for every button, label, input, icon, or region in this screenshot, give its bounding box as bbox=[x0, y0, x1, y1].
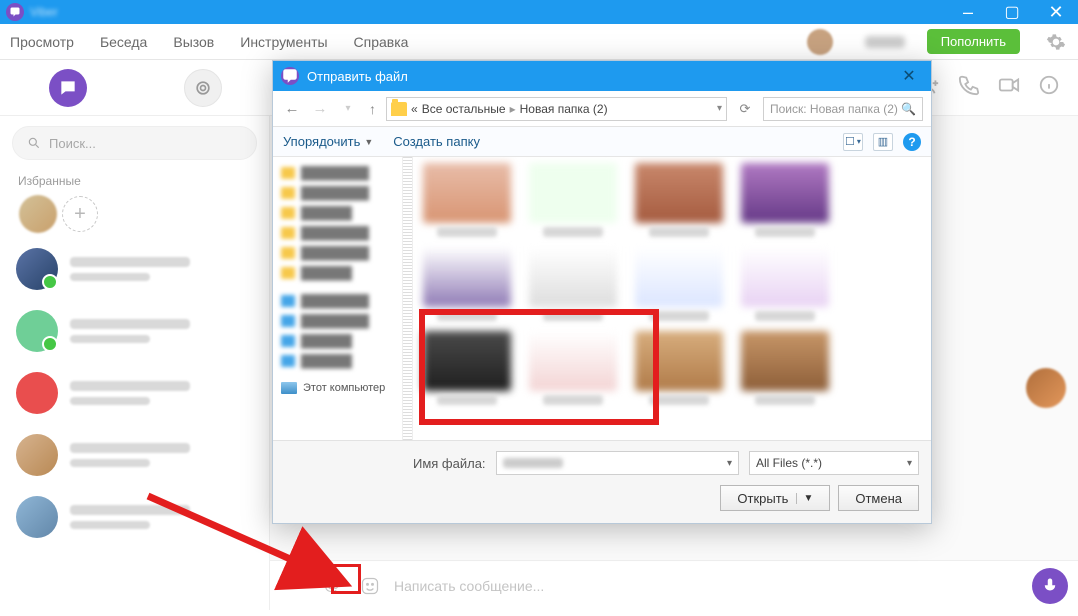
settings-gear-icon[interactable] bbox=[1042, 28, 1070, 56]
dialog-close-button[interactable]: ✕ bbox=[891, 66, 927, 86]
viber-logo-icon bbox=[6, 3, 24, 21]
file-thumb[interactable] bbox=[529, 163, 617, 237]
avatar bbox=[16, 248, 58, 290]
preview-pane-button[interactable]: ▥ bbox=[873, 133, 893, 151]
search-icon: 🔍 bbox=[901, 102, 916, 116]
viber-logo-icon bbox=[281, 67, 299, 85]
avatar bbox=[16, 496, 58, 538]
balance-amount bbox=[865, 36, 905, 48]
annotation-highlight bbox=[331, 564, 361, 594]
nav-history-button[interactable]: ▾ bbox=[337, 103, 359, 114]
breadcrumb[interactable]: « Все остальные ▸ Новая папка (2) ▾ bbox=[386, 97, 727, 121]
organize-button[interactable]: Упорядочить▼ bbox=[283, 134, 373, 149]
file-thumb[interactable] bbox=[423, 163, 511, 237]
avatar bbox=[16, 372, 58, 414]
folder-icon bbox=[391, 102, 407, 116]
voice-message-button[interactable] bbox=[1032, 568, 1068, 604]
annotation-arrow bbox=[138, 486, 368, 616]
topup-button[interactable]: Пополнить bbox=[927, 29, 1020, 54]
favorites-label: Избранные bbox=[0, 166, 269, 192]
conversation-item[interactable] bbox=[0, 362, 269, 424]
menu-bar: Просмотр Беседа Вызов Инструменты Справк… bbox=[0, 24, 1078, 60]
file-open-dialog: Отправить файл ✕ ← → ▾ ↑ « Все остальные… bbox=[272, 60, 932, 524]
conversation-item[interactable] bbox=[0, 424, 269, 486]
menu-tools[interactable]: Инструменты bbox=[238, 30, 329, 54]
info-icon[interactable] bbox=[1038, 74, 1060, 101]
view-mode-button[interactable]: ☐▾ bbox=[843, 133, 863, 151]
menu-view[interactable]: Просмотр bbox=[8, 30, 76, 54]
call-icon[interactable] bbox=[958, 74, 980, 101]
crumb-item[interactable]: Новая папка (2) bbox=[520, 102, 608, 116]
filename-input[interactable]: ▾ bbox=[496, 451, 739, 475]
nav-up-button[interactable]: ↑ bbox=[365, 101, 380, 117]
conversation-item[interactable] bbox=[0, 238, 269, 300]
dialog-title: Отправить файл bbox=[307, 69, 408, 84]
window-close-button[interactable]: ✕ bbox=[1034, 0, 1078, 24]
file-thumb[interactable] bbox=[741, 247, 829, 321]
window-minimize-button[interactable] bbox=[946, 0, 990, 24]
folder-tree[interactable]: ████████ ████████ ██████ ████████ ██████… bbox=[273, 157, 403, 440]
user-avatar[interactable] bbox=[807, 29, 833, 55]
window-maximize-button[interactable]: ▢ bbox=[990, 0, 1034, 24]
dialog-search-placeholder: Поиск: Новая папка (2) bbox=[770, 102, 898, 116]
help-icon[interactable]: ? bbox=[903, 133, 921, 151]
cancel-button[interactable]: Отмена bbox=[838, 485, 919, 511]
chevron-right-icon: ▸ bbox=[510, 102, 516, 116]
file-thumb[interactable] bbox=[741, 331, 829, 405]
avatar bbox=[16, 434, 58, 476]
add-favorite-button[interactable]: + bbox=[62, 196, 98, 232]
search-placeholder: Поиск... bbox=[49, 136, 96, 151]
avatar bbox=[16, 310, 58, 352]
message-composer: + @ bbox=[270, 560, 1078, 610]
message-input[interactable] bbox=[394, 578, 1022, 594]
nav-chats-icon[interactable] bbox=[49, 69, 87, 107]
menu-call[interactable]: Вызов bbox=[171, 30, 216, 54]
file-thumb[interactable] bbox=[741, 163, 829, 237]
dialog-nav: ← → ▾ ↑ « Все остальные ▸ Новая папка (2… bbox=[273, 91, 931, 127]
file-grid[interactable] bbox=[413, 157, 931, 440]
filename-label: Имя файла: bbox=[413, 456, 486, 471]
filetype-select[interactable]: All Files (*.*)▾ bbox=[749, 451, 919, 475]
nav-back-button[interactable]: ← bbox=[281, 100, 303, 117]
crumb-dropdown-icon[interactable]: ▾ bbox=[717, 103, 722, 114]
nav-public-icon[interactable] bbox=[184, 69, 222, 107]
crumb-pre: « bbox=[411, 102, 418, 116]
refresh-button[interactable]: ⟳ bbox=[733, 101, 757, 117]
nav-forward-button[interactable]: → bbox=[309, 100, 331, 117]
dialog-search-input[interactable]: Поиск: Новая папка (2) 🔍 bbox=[763, 97, 923, 121]
title-text: Viber bbox=[30, 5, 58, 19]
dialog-bottom: Имя файла: ▾ All Files (*.*)▾ Открыть▼ О… bbox=[273, 440, 931, 523]
app-title-bar: Viber ▢ ✕ bbox=[0, 0, 1078, 24]
conversation-item[interactable] bbox=[0, 300, 269, 362]
dialog-toolbar: Упорядочить▼ Создать папку ☐▾ ▥ ? bbox=[273, 127, 931, 157]
video-icon[interactable] bbox=[998, 74, 1020, 101]
annotation-highlight bbox=[419, 309, 659, 425]
peer-avatar bbox=[1026, 368, 1066, 408]
dialog-title-bar[interactable]: Отправить файл ✕ bbox=[273, 61, 931, 91]
menu-help[interactable]: Справка bbox=[352, 30, 411, 54]
menu-chat[interactable]: Беседа bbox=[98, 30, 149, 54]
newfolder-button[interactable]: Создать папку bbox=[393, 134, 480, 149]
open-button[interactable]: Открыть▼ bbox=[720, 485, 830, 511]
tree-this-pc[interactable]: Этот компьютер bbox=[277, 379, 398, 397]
search-input[interactable]: Поиск... bbox=[12, 126, 257, 160]
tree-resize-handle[interactable] bbox=[403, 157, 413, 440]
file-thumb[interactable] bbox=[635, 163, 723, 237]
crumb-item[interactable]: Все остальные bbox=[422, 102, 506, 116]
